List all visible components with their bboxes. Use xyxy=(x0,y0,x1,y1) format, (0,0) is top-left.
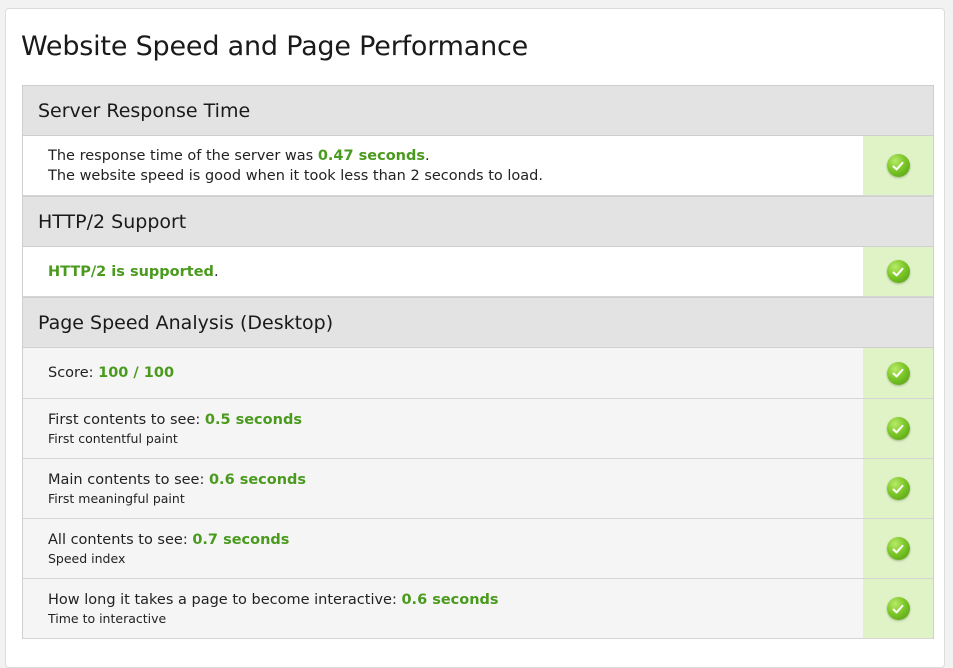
metric-sublabel: First meaningful paint xyxy=(48,490,185,506)
http2-suffix: . xyxy=(213,263,219,280)
server-response-line: The response time of the server was 0.47… xyxy=(48,146,863,166)
metric-sublabel: First contentful paint xyxy=(48,430,178,446)
status-cell xyxy=(863,519,933,578)
metric-line: All contents to see: 0.7 seconds xyxy=(48,530,863,550)
status-cell xyxy=(863,579,933,638)
status-cell xyxy=(863,136,933,195)
check-circle-icon xyxy=(886,154,910,177)
metric-sublabel: Speed index xyxy=(48,550,126,566)
metric-text: Main contents to see: 0.6 seconds First … xyxy=(23,459,863,518)
server-response-note: The website speed is good when it took l… xyxy=(48,167,543,184)
metric-value: 0.5 seconds xyxy=(204,411,302,428)
check-circle-icon xyxy=(886,537,910,560)
metric-value: 0.6 seconds xyxy=(208,471,307,488)
metric-line: Main contents to see: 0.6 seconds xyxy=(48,470,863,490)
metric-row-tti: How long it takes a page to become inter… xyxy=(23,579,933,639)
page-title: Website Speed and Page Performance xyxy=(21,31,529,62)
metric-text: All contents to see: 0.7 seconds Speed i… xyxy=(23,519,863,578)
http2-text: HTTP/2 is supported. xyxy=(23,247,863,296)
check-circle-icon xyxy=(886,597,910,620)
server-response-prefix: The response time of the server was xyxy=(48,147,318,164)
metric-row-fmp: Main contents to see: 0.6 seconds First … xyxy=(23,459,933,519)
http2-row: HTTP/2 is supported. xyxy=(23,247,933,297)
metric-label: All contents to see: xyxy=(48,531,193,548)
http2-line: HTTP/2 is supported. xyxy=(48,262,863,282)
metric-value: 0.7 seconds xyxy=(192,531,290,548)
score-text: Score: 100 / 100 xyxy=(23,348,863,398)
section-header-http2: HTTP/2 Support xyxy=(23,196,933,247)
metric-text: First contents to see: 0.5 seconds First… xyxy=(23,399,863,458)
score-value: 100 / 100 xyxy=(98,365,175,381)
metric-label: First contents to see: xyxy=(48,411,205,428)
metric-sublabel: Time to interactive xyxy=(48,610,167,626)
check-circle-icon xyxy=(886,361,910,385)
score-label: Score: xyxy=(48,365,99,381)
metric-value: 0.6 seconds xyxy=(401,591,499,608)
section-header-server-response: Server Response Time xyxy=(23,85,933,136)
metric-line: First contents to see: 0.5 seconds xyxy=(48,410,863,430)
section-header-page-speed: Page Speed Analysis (Desktop) xyxy=(23,297,933,348)
metric-text: How long it takes a page to become inter… xyxy=(23,579,863,638)
server-response-text: The response time of the server was 0.47… xyxy=(23,136,863,195)
metric-row-fcp: First contents to see: 0.5 seconds First… xyxy=(23,399,933,459)
metric-label: How long it takes a page to become inter… xyxy=(48,591,402,608)
performance-report: Server Response Time The response time o… xyxy=(22,85,934,639)
server-response-row: The response time of the server was 0.47… xyxy=(23,136,933,196)
status-cell xyxy=(863,459,933,518)
server-response-suffix: . xyxy=(425,147,430,164)
report-card: Website Speed and Page Performance Serve… xyxy=(5,8,945,668)
status-cell xyxy=(863,247,933,296)
status-cell xyxy=(863,399,933,458)
metric-label: Main contents to see: xyxy=(48,471,209,488)
check-circle-icon xyxy=(886,477,910,500)
score-line: Score: 100 / 100 xyxy=(48,363,863,383)
score-row: Score: 100 / 100 xyxy=(23,348,933,399)
status-cell xyxy=(863,348,933,398)
http2-value: HTTP/2 is supported xyxy=(48,263,214,280)
check-circle-icon xyxy=(886,260,910,283)
metric-line: How long it takes a page to become inter… xyxy=(48,590,863,610)
check-circle-icon xyxy=(886,417,910,440)
server-response-value: 0.47 seconds xyxy=(317,147,426,164)
metric-row-speed-index: All contents to see: 0.7 seconds Speed i… xyxy=(23,519,933,579)
